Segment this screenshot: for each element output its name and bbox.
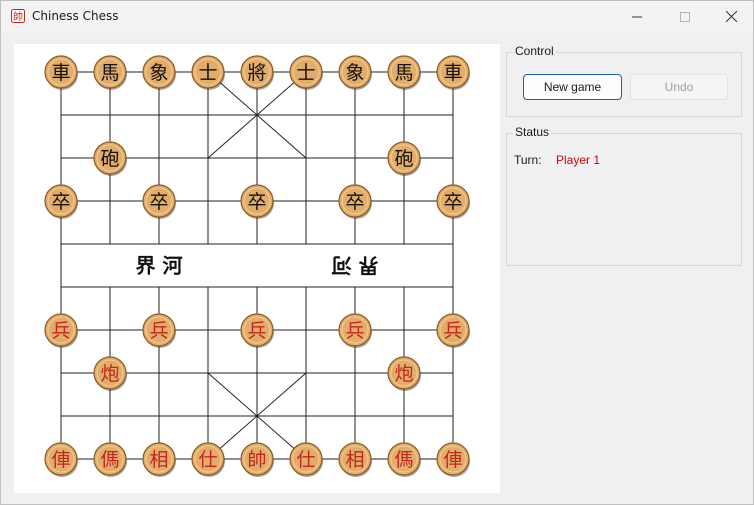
piece-label: 將	[247, 62, 266, 84]
maximize-button	[662, 1, 708, 32]
red-piece[interactable]: 兵	[436, 313, 470, 348]
piece-label: 兵	[51, 320, 70, 342]
red-piece[interactable]: 帥	[240, 442, 274, 477]
piece-label: 卒	[149, 191, 168, 213]
river-text-right: 界 河	[332, 254, 379, 278]
black-piece[interactable]: 象	[338, 55, 372, 90]
piece-label: 卒	[345, 191, 364, 213]
red-piece[interactable]: 傌	[93, 442, 127, 477]
piece-label: 卒	[443, 191, 462, 213]
turn-label: Turn:	[514, 153, 542, 167]
red-piece[interactable]: 相	[142, 442, 176, 477]
maximize-icon	[680, 11, 690, 22]
black-piece[interactable]: 象	[142, 55, 176, 90]
piece-label: 象	[345, 62, 364, 84]
status-group-label: Status	[513, 125, 552, 139]
piece-label: 車	[51, 62, 70, 84]
black-piece[interactable]: 卒	[142, 184, 176, 219]
red-piece[interactable]: 俥	[44, 442, 78, 477]
red-piece[interactable]: 俥	[436, 442, 470, 477]
window-title: Chiness Chess	[32, 9, 119, 23]
red-piece[interactable]: 仕	[191, 442, 225, 477]
new-game-button[interactable]: New game	[523, 74, 622, 100]
close-icon	[725, 11, 737, 22]
piece-label: 馬	[394, 62, 413, 84]
red-piece[interactable]: 兵	[240, 313, 274, 348]
red-piece[interactable]: 相	[338, 442, 372, 477]
piece-label: 俥	[443, 449, 462, 471]
piece-label: 相	[149, 449, 168, 471]
piece-label: 傌	[100, 449, 119, 471]
piece-label: 兵	[443, 320, 462, 342]
piece-label: 車	[443, 62, 462, 84]
piece-label: 仕	[198, 449, 217, 471]
piece-label: 士	[198, 62, 217, 84]
close-button[interactable]	[708, 1, 754, 32]
app-window: 帥 Chiness Chess 界 河 界 河 車 馬 象 士 將 士 象 馬 車砲 砲卒 卒 卒 卒 卒…	[0, 0, 754, 505]
black-piece[interactable]: 車	[436, 55, 470, 90]
minimize-icon	[632, 16, 642, 17]
red-piece[interactable]: 炮	[93, 356, 127, 391]
piece-label: 象	[149, 62, 168, 84]
black-piece[interactable]: 馬	[93, 55, 127, 90]
piece-label: 帥	[247, 449, 266, 471]
piece-label: 砲	[100, 148, 119, 170]
piece-label: 兵	[247, 320, 266, 342]
piece-label: 相	[345, 449, 364, 471]
turn-value: Player 1	[556, 153, 601, 167]
black-piece[interactable]: 車	[44, 55, 78, 90]
river-text-left: 界 河	[136, 254, 183, 278]
piece-label: 士	[296, 62, 315, 84]
piece-label: 炮	[100, 363, 119, 385]
piece-label: 卒	[247, 191, 266, 213]
chess-board[interactable]: 界 河 界 河 車 馬 象 士 將 士 象 馬 車砲 砲卒 卒 卒 卒 卒兵 兵 兵 兵 兵炮 炮俥 傌 相 仕 帥 仕 相 傌 俥	[14, 44, 500, 493]
piece-label: 馬	[100, 62, 119, 84]
piece-label: 兵	[149, 320, 168, 342]
black-piece[interactable]: 砲	[93, 141, 127, 176]
black-piece[interactable]: 卒	[240, 184, 274, 219]
piece-label: 俥	[51, 449, 70, 471]
red-piece[interactable]: 傌	[387, 442, 421, 477]
black-piece[interactable]: 卒	[44, 184, 78, 219]
red-piece[interactable]: 炮	[387, 356, 421, 391]
red-piece[interactable]: 兵	[338, 313, 372, 348]
black-piece[interactable]: 士	[191, 55, 225, 90]
red-piece[interactable]: 兵	[44, 313, 78, 348]
red-piece[interactable]: 兵	[142, 313, 176, 348]
black-piece[interactable]: 馬	[387, 55, 421, 90]
river	[61, 244, 453, 287]
control-group-label: Control	[513, 44, 556, 58]
app-chess-icon: 帥	[11, 9, 25, 23]
undo-button: Undo	[630, 74, 728, 100]
piece-label: 卒	[51, 191, 70, 213]
black-piece[interactable]: 士	[289, 55, 323, 90]
piece-label: 仕	[296, 449, 315, 471]
piece-label: 兵	[345, 320, 364, 342]
piece-label: 傌	[394, 449, 413, 471]
title-bar: 帥 Chiness Chess	[1, 1, 753, 32]
piece-label: 砲	[394, 148, 413, 170]
black-piece[interactable]: 砲	[387, 141, 421, 176]
red-piece[interactable]: 仕	[289, 442, 323, 477]
board-canvas[interactable]: 界 河 界 河 車 馬 象 士 將 士 象 馬 車砲 砲卒 卒 卒 卒 卒兵 兵 兵 兵 兵炮 炮俥 傌 相 仕 帥 仕 相 傌 俥	[14, 44, 500, 493]
black-piece[interactable]: 卒	[338, 184, 372, 219]
black-piece[interactable]: 卒	[436, 184, 470, 219]
black-piece[interactable]: 將	[240, 55, 274, 90]
minimize-button[interactable]	[614, 1, 660, 32]
svg-text:帥: 帥	[13, 10, 23, 23]
piece-label: 炮	[394, 363, 413, 385]
